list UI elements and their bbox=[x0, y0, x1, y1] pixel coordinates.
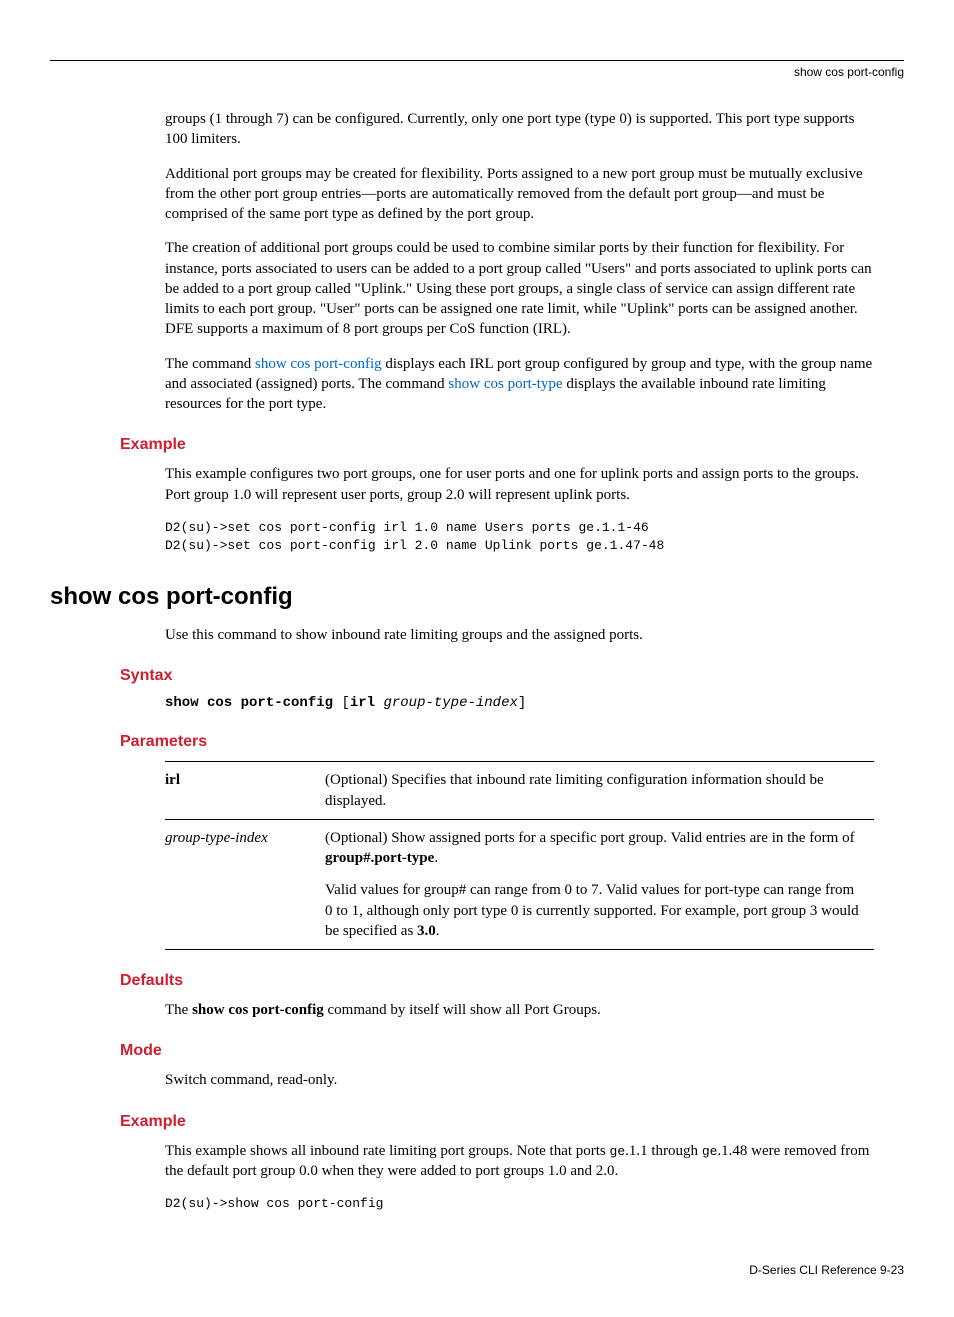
text: The bbox=[165, 1002, 192, 1018]
example2-code: D2(su)->show cos port-config bbox=[165, 1195, 874, 1213]
parameters-table: irl (Optional) Specifies that inbound ra… bbox=[165, 761, 874, 950]
param-name-gti: group-type-index bbox=[165, 830, 268, 846]
text: . bbox=[434, 850, 438, 866]
mono-text: ge bbox=[702, 1144, 718, 1159]
syntax-line: show cos port-config [irl group-type-ind… bbox=[165, 695, 904, 711]
intro-p1: groups (1 through 7) can be configured. … bbox=[165, 109, 874, 150]
intro-block: groups (1 through 7) can be configured. … bbox=[165, 109, 874, 414]
syntax-bracket-close: ] bbox=[518, 695, 526, 711]
param-desc-line1: (Optional) Show assigned ports for a spe… bbox=[325, 828, 864, 869]
example1-heading: Example bbox=[120, 436, 904, 454]
text-bold: group#.port-type bbox=[325, 850, 434, 866]
text: The command bbox=[165, 356, 255, 372]
example1-block: This example configures two port groups,… bbox=[165, 464, 874, 555]
text: This example shows all inbound rate limi… bbox=[165, 1143, 610, 1159]
page-footer: D-Series CLI Reference 9-23 bbox=[50, 1263, 904, 1277]
defaults-heading: Defaults bbox=[120, 972, 904, 990]
defaults-block: The show cos port-config command by itse… bbox=[165, 1000, 874, 1020]
text: Valid values for group# can range from 0… bbox=[325, 882, 859, 939]
syntax-keyword: irl bbox=[350, 695, 375, 711]
mode-heading: Mode bbox=[120, 1042, 904, 1060]
link-show-cos-port-type[interactable]: show cos port-type bbox=[448, 376, 562, 392]
intro-p2: Additional port groups may be created fo… bbox=[165, 164, 874, 225]
text: . bbox=[436, 923, 440, 939]
text: (Optional) Show assigned ports for a spe… bbox=[325, 830, 855, 846]
syntax-heading: Syntax bbox=[120, 667, 904, 685]
intro-p3: The creation of additional port groups c… bbox=[165, 238, 874, 339]
command-desc-block: Use this command to show inbound rate li… bbox=[165, 625, 874, 645]
param-name: irl bbox=[165, 762, 325, 820]
param-desc-line2: Valid values for group# can range from 0… bbox=[325, 880, 864, 941]
text: .1.1 through bbox=[625, 1143, 702, 1159]
example1-code: D2(su)->set cos port-config irl 1.0 name… bbox=[165, 519, 874, 555]
param-name-irl: irl bbox=[165, 772, 180, 788]
text-bold: 3.0 bbox=[417, 923, 436, 939]
example2-desc: This example shows all inbound rate limi… bbox=[165, 1141, 874, 1182]
text: command by itself will show all Port Gro… bbox=[324, 1002, 601, 1018]
syntax-arg: group-type-index bbox=[383, 695, 517, 711]
example2-block: This example shows all inbound rate limi… bbox=[165, 1141, 874, 1214]
command-title: show cos port-config bbox=[50, 583, 904, 611]
mono-text: ge bbox=[610, 1144, 626, 1159]
param-desc: (Optional) Specifies that inbound rate l… bbox=[325, 762, 874, 820]
table-row: irl (Optional) Specifies that inbound ra… bbox=[165, 762, 874, 820]
text-bold: show cos port-config bbox=[192, 1002, 324, 1018]
mode-block: Switch command, read-only. bbox=[165, 1070, 874, 1090]
parameters-heading: Parameters bbox=[120, 733, 904, 751]
mode-desc: Switch command, read-only. bbox=[165, 1070, 874, 1090]
param-desc: (Optional) Show assigned ports for a spe… bbox=[325, 819, 874, 949]
example2-heading: Example bbox=[120, 1113, 904, 1131]
running-header: show cos port-config bbox=[50, 65, 904, 79]
command-desc: Use this command to show inbound rate li… bbox=[165, 625, 874, 645]
table-row: group-type-index (Optional) Show assigne… bbox=[165, 819, 874, 949]
syntax-bracket-open: [ bbox=[341, 695, 349, 711]
example1-desc: This example configures two port groups,… bbox=[165, 464, 874, 505]
defaults-desc: The show cos port-config command by itse… bbox=[165, 1000, 874, 1020]
intro-p4: The command show cos port-config display… bbox=[165, 354, 874, 415]
header-rule bbox=[50, 60, 904, 61]
syntax-cmd: show cos port-config bbox=[165, 695, 333, 711]
param-name: group-type-index bbox=[165, 819, 325, 949]
link-show-cos-port-config[interactable]: show cos port-config bbox=[255, 356, 382, 372]
